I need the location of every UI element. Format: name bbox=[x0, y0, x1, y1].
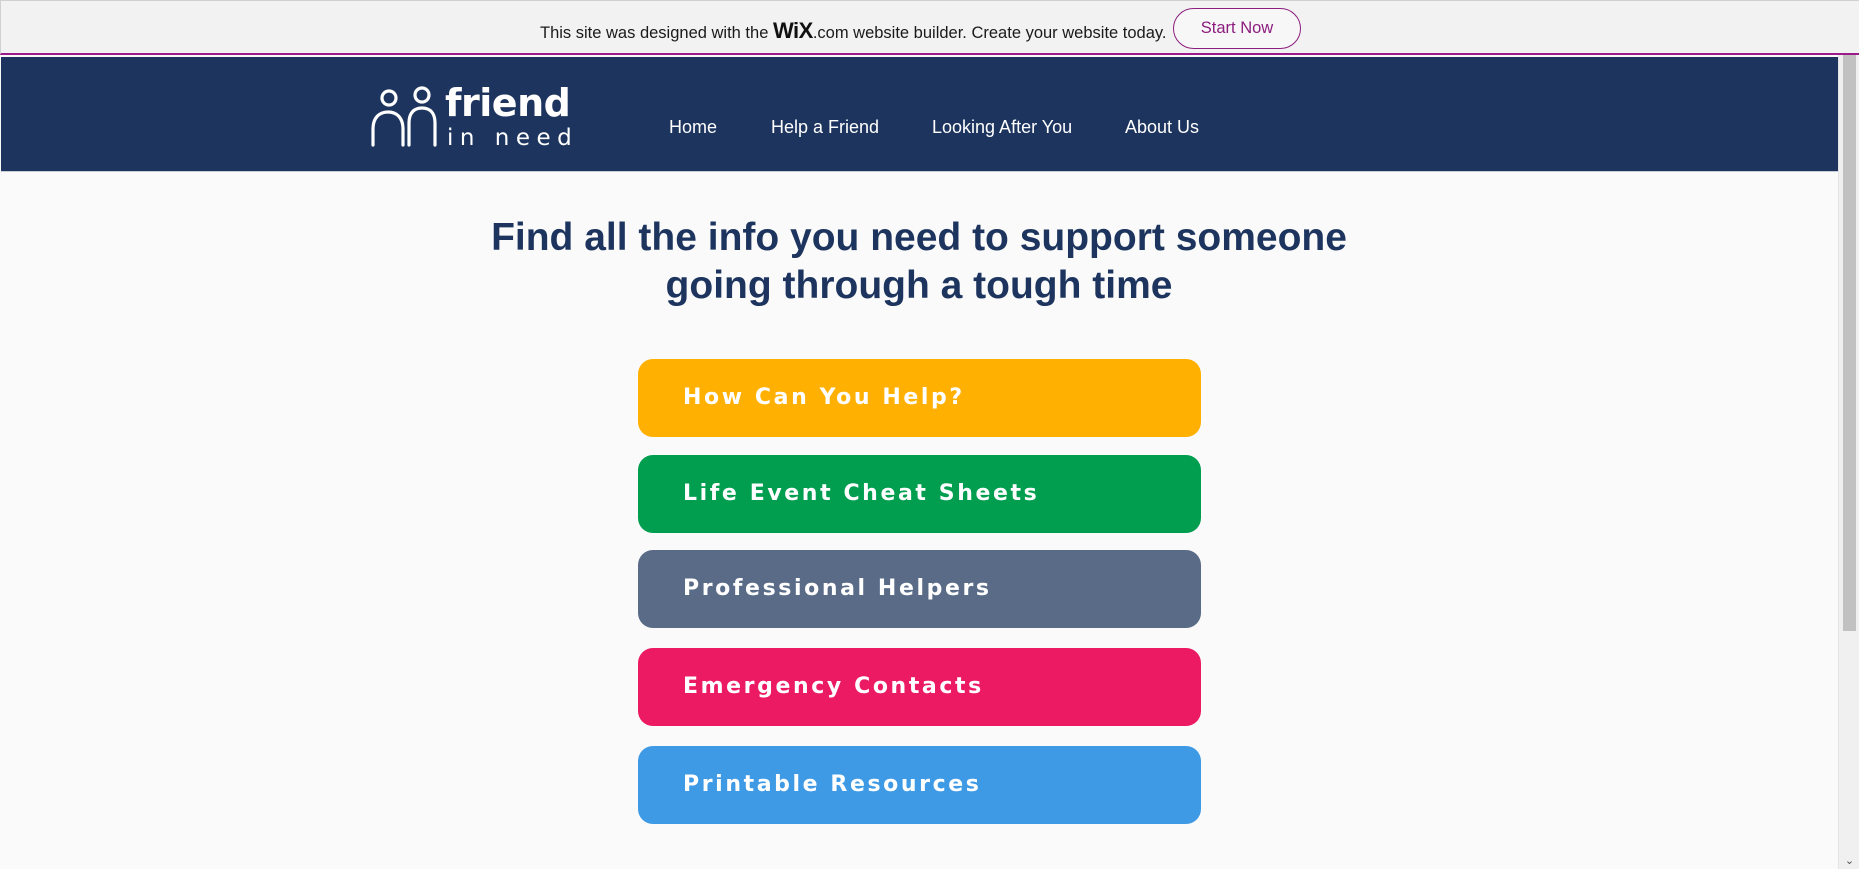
headline-line-2: going through a tough time bbox=[665, 264, 1173, 307]
nav-item-about-us[interactable]: About Us bbox=[1125, 117, 1199, 138]
professional-helpers-button[interactable]: Professional Helpers bbox=[638, 550, 1201, 628]
life-event-cheat-sheets-button[interactable]: Life Event Cheat Sheets bbox=[638, 455, 1201, 533]
nav-item-help-a-friend[interactable]: Help a Friend bbox=[771, 117, 879, 138]
two-people-icon bbox=[371, 86, 437, 147]
wix-promo-text-after: .com website builder. Create your websit… bbox=[812, 24, 1167, 42]
nav-item-home[interactable]: Home bbox=[669, 117, 717, 138]
page-headline: Find all the info you need to support so… bbox=[400, 214, 1438, 310]
wix-promo-text-before: This site was designed with the bbox=[540, 24, 773, 42]
logo-tagline: in need bbox=[447, 125, 579, 151]
site-header: friend in need Home Help a Friend Lookin… bbox=[1, 57, 1838, 172]
wix-promo-banner: This site was designed with the WiX.com … bbox=[0, 0, 1859, 55]
emergency-contacts-button[interactable]: Emergency Contacts bbox=[638, 648, 1201, 726]
wix-promo-text: This site was designed with the WiX.com … bbox=[540, 18, 1167, 44]
scrollbar-thumb[interactable] bbox=[1843, 55, 1856, 631]
logo-wordmark: friend bbox=[445, 81, 571, 125]
start-now-button[interactable]: Start Now bbox=[1173, 8, 1301, 49]
page-scrollbar[interactable]: ⌄ bbox=[1838, 55, 1859, 869]
headline-line-1: Find all the info you need to support so… bbox=[491, 216, 1347, 259]
how-can-you-help-button[interactable]: How Can You Help? bbox=[638, 359, 1201, 437]
wix-logo: WiX bbox=[772, 18, 813, 43]
chevron-down-icon[interactable]: ⌄ bbox=[1839, 853, 1859, 869]
printable-resources-button[interactable]: Printable Resources bbox=[638, 746, 1201, 824]
site-logo[interactable]: friend in need bbox=[369, 81, 584, 151]
nav-item-looking-after-you[interactable]: Looking After You bbox=[932, 117, 1072, 138]
